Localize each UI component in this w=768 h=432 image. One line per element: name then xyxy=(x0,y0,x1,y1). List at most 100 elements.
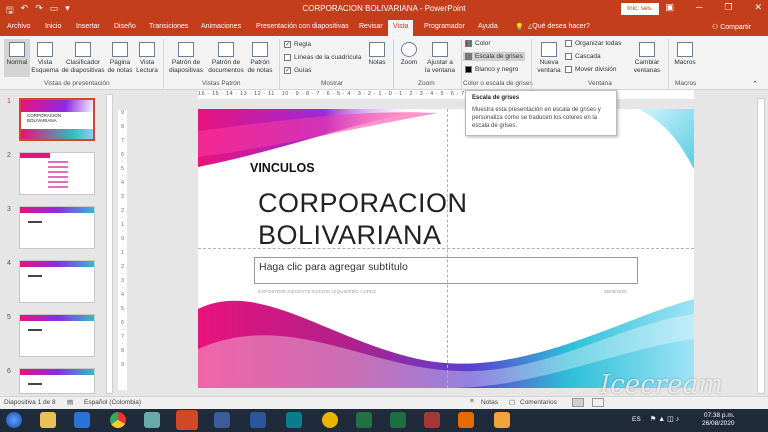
thumb-graphic xyxy=(28,383,42,385)
share-button[interactable]: ⚇ Compartir xyxy=(712,23,751,31)
editor-scrollbar[interactable] xyxy=(757,98,765,394)
grayscale-button[interactable]: Escala de grises xyxy=(463,52,525,61)
guides-checkbox[interactable]: ✓ Guías xyxy=(284,67,311,74)
project-icon[interactable] xyxy=(356,412,372,428)
app-icon-3[interactable] xyxy=(458,412,474,428)
sorter-view-button[interactable]: Clasificador de diapositivas xyxy=(60,42,106,74)
slide-thumb-2[interactable] xyxy=(19,152,95,195)
subtitle-placeholder[interactable]: Haga clic para agregar subtítulo xyxy=(254,257,638,284)
slide-thumb-3[interactable] xyxy=(19,206,95,249)
notes-page-button[interactable]: Página de notas xyxy=(106,42,134,74)
tab-programador[interactable]: Programador xyxy=(424,23,465,30)
slide-master-icon xyxy=(178,42,194,57)
ruler-checkbox[interactable]: ✓ Regla xyxy=(284,41,311,48)
thumb-graphic xyxy=(21,129,93,139)
normal-view-status-icon[interactable] xyxy=(572,398,584,407)
outline-view-button[interactable]: Vista Esquema xyxy=(31,42,59,74)
clock-time: 07:38 p.m. xyxy=(703,412,735,419)
group-label-color: Color o escala de grises xyxy=(463,80,533,87)
cascade-button[interactable]: Cascada xyxy=(565,53,601,60)
language-tray[interactable]: ES xyxy=(632,416,641,423)
internet-explorer-icon[interactable] xyxy=(74,412,90,428)
slide-thumb-4[interactable] xyxy=(19,260,95,303)
new-window-button[interactable]: Nueva ventana xyxy=(535,42,563,74)
group-label-views: Vistas de presentación xyxy=(44,80,110,87)
ribbon-tabs: Archivo Inicio Insertar Diseño Transicio… xyxy=(0,18,768,36)
powerpoint-taskbar-icon[interactable] xyxy=(176,410,198,430)
grayscale-tooltip: Escala de grises Muestra esta presentaci… xyxy=(465,90,617,136)
normal-view-button[interactable]: Normal xyxy=(4,39,30,77)
tab-animaciones[interactable]: Animaciones xyxy=(201,23,241,30)
word-icon[interactable] xyxy=(250,412,266,428)
handout-master-button[interactable]: Patrón de documentos xyxy=(206,42,246,74)
notes-master-button[interactable]: Patrón de notas xyxy=(246,42,274,74)
vinculos-text[interactable]: VINCULOS xyxy=(250,161,315,175)
access-icon[interactable] xyxy=(424,412,440,428)
slide-thumb-1[interactable]: CORPORACION BOLIVARIANA xyxy=(19,98,95,141)
language-indicator[interactable]: Español (Colombia) xyxy=(84,399,141,406)
tab-vista[interactable]: Vista xyxy=(388,20,414,36)
arrange-icon xyxy=(565,40,572,47)
thumb-graphic xyxy=(28,275,42,277)
tab-diseno[interactable]: Diseño xyxy=(114,23,136,30)
start-button-icon[interactable] xyxy=(6,412,22,428)
tab-transiciones[interactable]: Transiciones xyxy=(149,23,188,30)
chrome-icon[interactable] xyxy=(110,412,126,428)
gridlines-label: Líneas de la cuadrícula xyxy=(294,54,362,61)
group-label-macros: Macros xyxy=(675,80,697,87)
spellcheck-icon[interactable]: ▤ xyxy=(67,398,73,406)
tab-revisar[interactable]: Revisar xyxy=(359,23,383,30)
file-explorer-icon[interactable] xyxy=(40,412,56,428)
slide-master-button[interactable]: Patrón de diapositivas xyxy=(167,42,205,74)
close-icon[interactable]: ✕ xyxy=(754,2,762,13)
expositor-text[interactable]: EXPOSITOR DOCENTE EDISON IZQUIERDO LOPEZ xyxy=(258,289,376,294)
ribbon-options-icon[interactable]: ▣ xyxy=(665,2,674,13)
visio-icon[interactable] xyxy=(214,412,230,428)
slide-title[interactable]: CORPORACION BOLIVARIANA xyxy=(258,187,468,251)
move-split-button[interactable]: Mover división xyxy=(565,66,617,73)
cascade-icon xyxy=(565,53,572,60)
slide-date[interactable]: 26/08/2020 xyxy=(604,289,627,294)
check-icon: ✓ xyxy=(284,41,291,48)
zoom-icon xyxy=(401,42,417,57)
taskbar-clock[interactable]: 07:38 p.m. 26/08/2020 xyxy=(702,412,735,428)
separator xyxy=(163,39,164,89)
maximize-icon[interactable]: ❐ xyxy=(724,2,732,13)
bw-swatch-icon xyxy=(465,66,472,73)
collapse-ribbon-icon[interactable]: ⌃ xyxy=(752,80,758,88)
thumbs-scrollbar[interactable] xyxy=(106,94,113,394)
recorder-icon[interactable] xyxy=(494,412,510,428)
macros-button[interactable]: Macros xyxy=(672,42,698,67)
publisher-icon[interactable] xyxy=(286,412,302,428)
minimize-icon[interactable]: ─ xyxy=(696,2,702,13)
tab-insertar[interactable]: Insertar xyxy=(76,23,100,30)
slide-canvas[interactable]: VINCULOS CORPORACION BOLIVARIANA Haga cl… xyxy=(198,109,694,388)
slide-thumb-6[interactable] xyxy=(19,368,95,394)
zoom-button[interactable]: Zoom xyxy=(397,42,421,67)
tell-me-search[interactable]: ¿Qué desea hacer? xyxy=(528,23,590,30)
tray-icons[interactable]: ⚑ ▲ ◫ ♪ xyxy=(650,415,679,423)
sign-in-button[interactable]: Inic. ses. xyxy=(621,3,659,15)
thumb-graphic xyxy=(21,100,93,112)
tab-archivo[interactable]: Archivo xyxy=(7,23,30,30)
notes-status-button[interactable]: Notas xyxy=(481,399,498,406)
app-icon-2[interactable] xyxy=(322,412,338,428)
fit-window-button[interactable]: Ajustar a la ventana xyxy=(422,42,458,74)
gridlines-checkbox[interactable]: Líneas de la cuadrícula xyxy=(284,54,361,61)
notes-toggle-button[interactable]: Notas xyxy=(366,42,388,67)
tab-presentacion[interactable]: Presentación con diapositivas xyxy=(256,23,349,30)
excel-icon[interactable] xyxy=(390,412,406,428)
reading-view-button[interactable]: Vista Lectura xyxy=(135,42,159,74)
macros-icon xyxy=(677,42,693,57)
app-icon[interactable] xyxy=(144,412,160,428)
color-button[interactable]: Color xyxy=(465,40,491,47)
group-label-show: Mostrar xyxy=(321,80,344,87)
tab-inicio[interactable]: Inicio xyxy=(45,23,61,30)
arrange-all-button[interactable]: Organizar todas xyxy=(565,40,621,47)
switch-windows-button[interactable]: Cambiar ventanas xyxy=(630,42,664,74)
tab-ayuda[interactable]: Ayuda xyxy=(478,23,498,30)
thumb-graphic xyxy=(28,221,42,223)
comments-status-button[interactable]: Comentarios xyxy=(520,399,557,406)
black-white-button[interactable]: Blanco y negro xyxy=(465,66,518,73)
slide-thumb-5[interactable] xyxy=(19,314,95,357)
